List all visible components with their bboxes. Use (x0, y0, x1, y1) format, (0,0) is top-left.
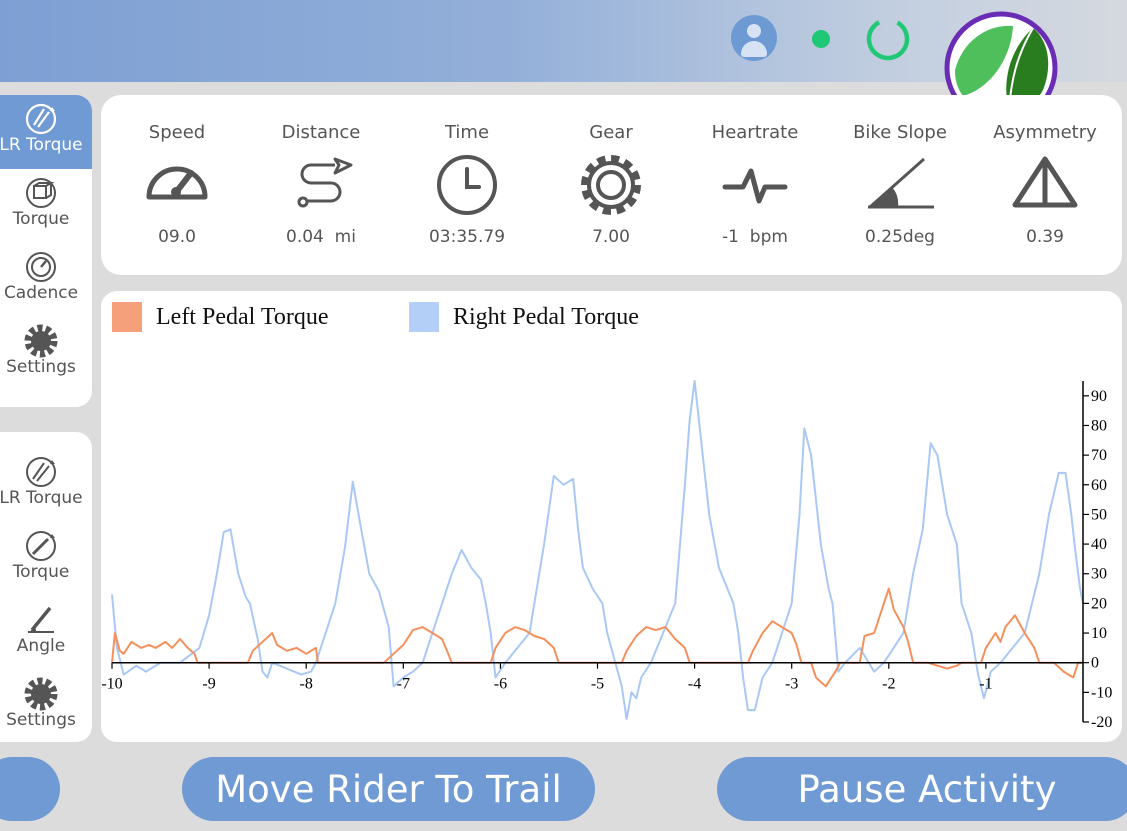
y-tick-label: 20 (1091, 595, 1107, 612)
route-icon (297, 157, 353, 208)
y-tick-label: 90 (1091, 388, 1107, 405)
x-tick-label: -3 (785, 676, 798, 693)
metric-heartrate: Heartrate -1 bpm (685, 95, 825, 275)
move-rider-button[interactable]: Move Rider To Trail (182, 757, 595, 821)
metric-distance: Distance 0.04 mi (251, 95, 391, 275)
torque-chart: Left Pedal Torque Right Pedal Torque -10… (101, 291, 1122, 742)
x-tick-label: -2 (882, 676, 895, 693)
metric-value: 03:35.79 (428, 227, 506, 247)
metric-label: Heartrate (711, 122, 799, 143)
metric-value: -1 bpm (722, 227, 788, 247)
metric-value: 7.00 (592, 227, 630, 247)
y-tick-label: 60 (1091, 477, 1107, 494)
x-tick-label: -10 (101, 676, 122, 693)
metric-time: Time 03:35.79 (397, 95, 537, 275)
metric-gear: Gear 7.00 (541, 95, 681, 275)
y-tick-label: 50 (1091, 506, 1107, 523)
metric-value: 0.25deg (865, 227, 935, 247)
metric-asymmetry: Asymmetry 0.39 (975, 95, 1115, 275)
x-tick-label: -6 (494, 676, 507, 693)
sidebar-item-lr-torque-2[interactable]: LR Torque (0, 448, 92, 522)
sidebar-primary: LR Torque Torque Cadence Settings (0, 95, 92, 407)
metric-label: Speed (148, 122, 206, 143)
sidebar-item-cadence[interactable]: Cadence (0, 243, 92, 317)
y-tick-label: 40 (1091, 536, 1107, 553)
metric-label: Asymmetry (993, 122, 1097, 143)
x-tick-label: -7 (397, 676, 410, 693)
y-tick-label: 0 (1091, 655, 1099, 672)
lr-torque-icon (26, 457, 56, 487)
sidebar-item-label: Torque (12, 209, 70, 229)
metric-value: 0.04 mi (286, 227, 356, 247)
metric-label: Distance (281, 122, 361, 143)
sidebar-item-label: LR Torque (0, 488, 83, 508)
sidebar-secondary: LR Torque Torque Angle Settings (0, 432, 92, 742)
gear-icon (24, 324, 58, 358)
metric-bike-slope: Bike Slope 0.25deg (830, 95, 970, 275)
x-tick-label: -5 (591, 676, 604, 693)
move-rider-label: Move Rider To Trail (215, 767, 562, 811)
metric-label: Time (444, 122, 490, 143)
x-tick-label: -1 (979, 676, 992, 693)
y-tick-label: 30 (1091, 566, 1107, 583)
metric-value: 09.0 (158, 227, 196, 247)
speedometer-icon (146, 166, 208, 200)
y-tick-label: -10 (1091, 684, 1112, 701)
sidebar-item-settings[interactable]: Settings (0, 317, 92, 391)
sidebar-item-label: Torque (12, 562, 70, 582)
metric-label: Gear (589, 122, 633, 143)
asymmetry-icon (1012, 156, 1078, 208)
sidebar-item-label: LR Torque (0, 135, 83, 155)
user-avatar-icon[interactable] (731, 15, 777, 61)
sidebar-item-label: Settings (6, 710, 76, 730)
y-tick-label: 80 (1091, 417, 1107, 434)
metric-speed: Speed 09.0 (107, 95, 247, 275)
heartbeat-icon (722, 168, 788, 204)
angle-icon (28, 606, 54, 633)
gear-icon (581, 155, 641, 215)
connection-status-icon (812, 30, 830, 48)
lr-torque-icon (25, 103, 57, 135)
slope-icon (868, 157, 934, 209)
loading-spinner-icon (866, 17, 910, 61)
sidebar-item-settings-2[interactable]: Settings (0, 670, 92, 744)
chart-plot-area: -10 -9 -8 -7 -6 -5 -4 -3 -2 -1 90 80 70 60 50 40 30 20 10 0… (101, 380, 1112, 731)
metrics-panel: Speed 09.0 Distance 0.04 mi Time 03:35.7… (101, 95, 1122, 275)
pause-activity-button[interactable]: Pause Activity (717, 757, 1127, 821)
back-button[interactable] (0, 757, 60, 821)
metric-label: Bike Slope (853, 122, 947, 143)
gear-icon (24, 677, 58, 711)
y-tick-label: 10 (1091, 625, 1107, 642)
sidebar-item-label: Angle (16, 636, 66, 656)
cadence-icon (26, 252, 56, 282)
sidebar-item-angle[interactable]: Angle (0, 596, 92, 670)
torque-icon (26, 531, 56, 561)
sidebar-item-torque-2[interactable]: Torque (0, 522, 92, 596)
metric-value: 0.39 (1026, 227, 1064, 247)
sidebar-item-label: Settings (6, 357, 76, 377)
x-tick-label: -9 (202, 676, 215, 693)
sidebar-item-lr-torque[interactable]: LR Torque (0, 95, 92, 169)
clock-icon (437, 155, 497, 215)
torque-icon (26, 178, 56, 208)
y-tick-label: 70 (1091, 447, 1107, 464)
x-tick-label: -4 (688, 676, 701, 693)
sidebar-item-label: Cadence (3, 283, 79, 303)
pause-activity-label: Pause Activity (797, 767, 1057, 811)
x-tick-label: -8 (300, 676, 313, 693)
y-tick-label: -20 (1091, 714, 1112, 731)
sidebar-item-torque[interactable]: Torque (0, 169, 92, 243)
